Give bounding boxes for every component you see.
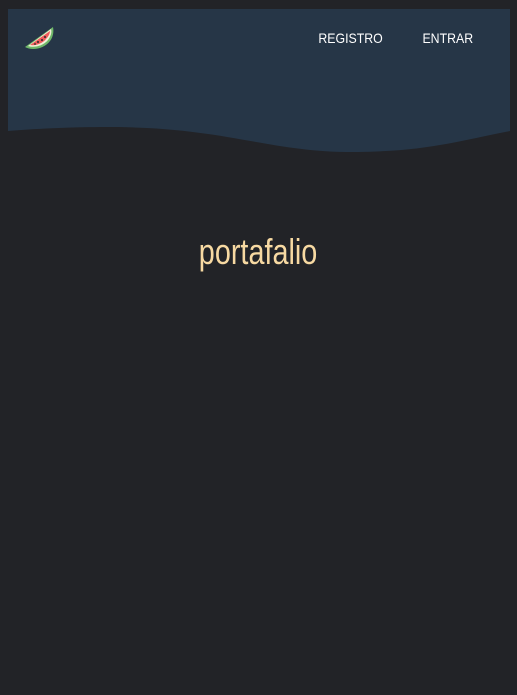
page-title: portafalio	[0, 228, 517, 276]
register-link[interactable]: REGISTRO	[319, 29, 383, 47]
login-link[interactable]: ENTRAR	[423, 29, 474, 47]
page: REGISTRO ENTRAR portafalio	[0, 0, 517, 695]
watermelon-logo-icon[interactable]	[22, 21, 56, 55]
page-title-text: portafalio	[199, 231, 318, 272]
header: REGISTRO ENTRAR	[8, 9, 510, 155]
top-nav: REGISTRO ENTRAR	[314, 29, 477, 47]
watermelon-icon	[25, 27, 54, 49]
